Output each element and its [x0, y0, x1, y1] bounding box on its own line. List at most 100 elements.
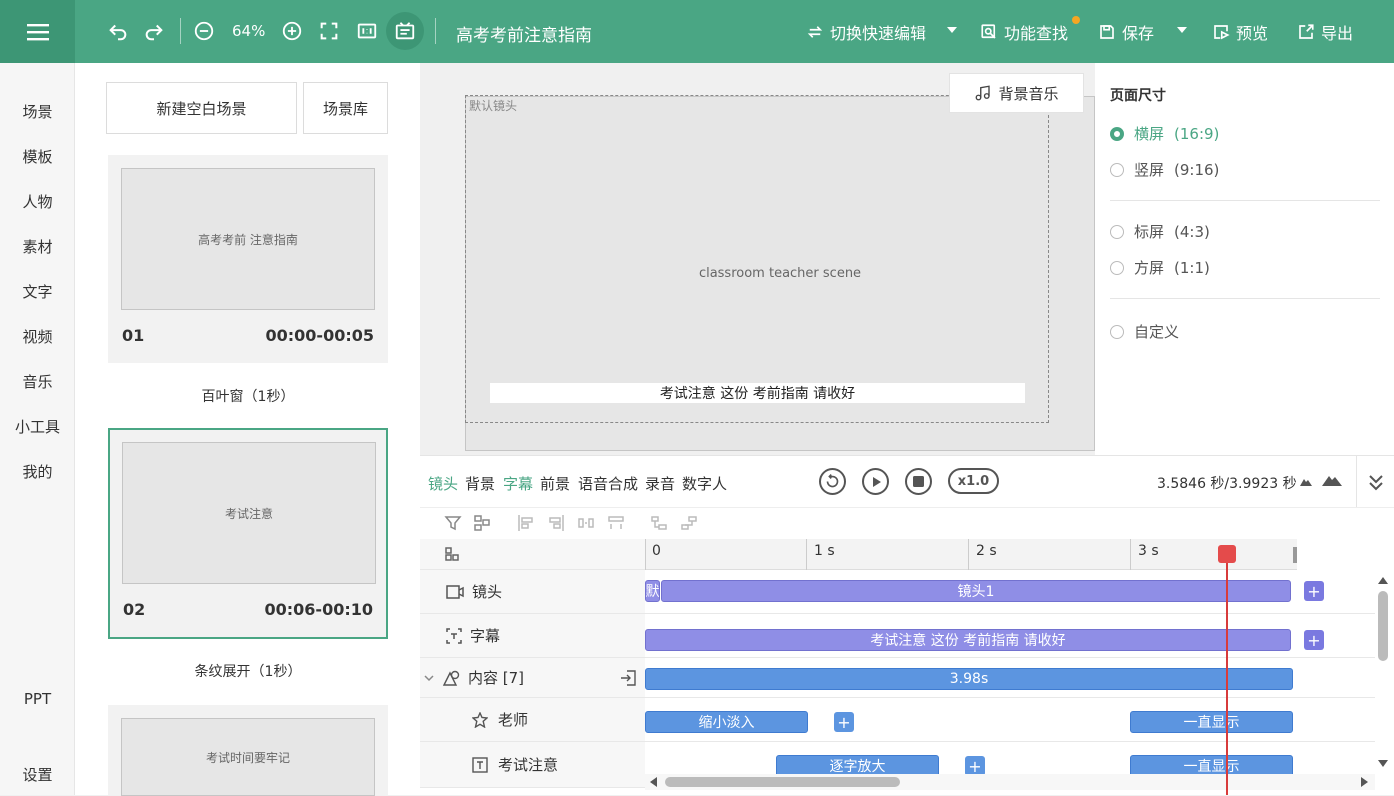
nav-item-mine[interactable]: 我的	[0, 461, 75, 482]
distribute-h-icon[interactable]	[577, 514, 595, 532]
nav-item-music[interactable]: 音乐	[0, 371, 75, 392]
star-effect-icon	[472, 711, 488, 728]
save-button[interactable]: 保存	[1098, 20, 1154, 44]
scene-card[interactable]: 考试时间要牢记	[108, 705, 388, 796]
nav-item-video[interactable]: 视频	[0, 326, 75, 347]
teacher-stay-block[interactable]: 一直显示	[1130, 711, 1293, 733]
content-block[interactable]: 3.98s	[645, 668, 1293, 690]
nav-item-template[interactable]: 模板	[0, 146, 75, 167]
chevron-down-icon[interactable]	[1177, 27, 1187, 33]
track-subtitle[interactable]: 字幕	[420, 614, 645, 658]
subtitle-block[interactable]: 考试注意 这份 考前指南 请收好	[645, 629, 1291, 651]
play-button[interactable]	[862, 468, 889, 495]
layer-icon[interactable]	[473, 514, 491, 532]
zoom-in-button[interactable]	[278, 17, 306, 45]
zoom-in-mountain-icon[interactable]	[1322, 473, 1342, 486]
collapse-timeline-button[interactable]	[1356, 456, 1394, 508]
switch-quick-edit-button[interactable]: 切换快速编辑	[806, 20, 926, 44]
radio-square[interactable]: 方屏 (1:1)	[1110, 257, 1210, 278]
notification-dot	[1072, 16, 1080, 24]
tab-foreground[interactable]: 前景	[540, 473, 570, 494]
arrow-up-icon[interactable]	[1378, 577, 1388, 585]
menu-button[interactable]	[0, 0, 75, 63]
tab-tts[interactable]: 语音合成	[578, 473, 638, 494]
zoom-out-button[interactable]	[190, 17, 218, 45]
caption-icon	[395, 22, 415, 40]
ruler-tick: 2 s	[976, 543, 997, 559]
undo-button[interactable]	[104, 17, 132, 45]
playback-speed-button[interactable]: x1.0	[948, 468, 999, 494]
step-up-icon[interactable]	[650, 514, 668, 532]
grid-icon[interactable]	[444, 546, 460, 562]
tab-camera[interactable]: 镜头	[428, 473, 458, 494]
nav-item-assets[interactable]: 素材	[0, 236, 75, 257]
tab-background[interactable]: 背景	[465, 473, 495, 494]
scene-library-button[interactable]: 场景库	[303, 82, 388, 134]
fullscreen-button[interactable]	[315, 17, 343, 45]
add-animation-button[interactable]: +	[965, 756, 985, 776]
page-size-panel: 页面尺寸 横屏 (16:9) 竖屏 (9:16) 标屏 (4:3) 方屏 (1:…	[1095, 63, 1394, 455]
arrow-right-icon[interactable]	[1360, 777, 1368, 787]
track-camera[interactable]: 镜头	[420, 570, 645, 614]
nav-item-text[interactable]: 文字	[0, 281, 75, 302]
scene-thumbnail: 高考考前 注意指南	[121, 168, 375, 310]
arrow-left-icon[interactable]	[650, 777, 658, 787]
zoom-out-mountain-icon[interactable]	[1300, 476, 1312, 486]
timeline-hscrollbar[interactable]	[665, 777, 900, 787]
actual-size-button[interactable]	[353, 17, 381, 45]
nav-item-scene[interactable]: 场景	[0, 101, 75, 122]
chevron-down-icon[interactable]	[947, 27, 957, 33]
align-right-icon[interactable]	[547, 514, 565, 532]
scene-time: 00:06-00:10	[264, 600, 374, 619]
camera-block[interactable]: 镜头1	[661, 580, 1291, 602]
nav-item-character[interactable]: 人物	[0, 191, 75, 212]
tab-recording[interactable]: 录音	[645, 473, 675, 494]
playhead-handle[interactable]	[1218, 545, 1236, 563]
subtitle-toggle-button[interactable]	[386, 12, 424, 50]
radio-label: 方屏	[1134, 259, 1165, 277]
nav-item-ppt[interactable]: PPT	[0, 690, 75, 708]
nav-item-tools[interactable]: 小工具	[0, 416, 75, 437]
add-subtitle-button[interactable]: +	[1304, 630, 1324, 650]
ruler-tick: 0	[652, 543, 661, 559]
canvas-subtitle[interactable]: 考试注意 这份 考前指南 请收好	[490, 383, 1025, 403]
teacher-enter-block[interactable]: 缩小淡入	[645, 711, 808, 733]
timeline-vscrollbar[interactable]	[1378, 591, 1388, 661]
chevron-down-icon[interactable]	[424, 674, 434, 682]
radio-landscape[interactable]: 横屏 (16:9)	[1110, 123, 1219, 144]
document-title[interactable]: 高考考前注意指南	[456, 21, 592, 46]
radio-portrait[interactable]: 竖屏 (9:16)	[1110, 159, 1219, 180]
add-camera-button[interactable]: +	[1304, 581, 1324, 601]
track-content[interactable]: 内容 [7]	[420, 658, 645, 698]
import-icon[interactable]	[620, 669, 636, 686]
camera-frame[interactable]	[465, 95, 1049, 423]
background-music-button[interactable]: 背景音乐	[949, 73, 1084, 113]
time-ruler[interactable]: 0 1 s 2 s 3 s	[645, 539, 1394, 570]
step-down-icon[interactable]	[680, 514, 698, 532]
tab-digital-human[interactable]: 数字人	[682, 473, 727, 494]
scene-transition[interactable]: 条纹展开（1秒）	[108, 661, 388, 681]
export-button[interactable]: 导出	[1297, 20, 1353, 44]
distribute-v-icon[interactable]	[607, 514, 625, 532]
tab-subtitle[interactable]: 字幕	[503, 473, 533, 494]
add-animation-button[interactable]: +	[834, 712, 854, 732]
filter-icon[interactable]	[444, 514, 462, 532]
replay-button[interactable]	[819, 468, 846, 495]
new-blank-scene-button[interactable]: 新建空白场景	[106, 82, 297, 134]
scene-card-active[interactable]: 考试注意 02 00:06-00:10	[108, 428, 388, 639]
stop-button[interactable]	[905, 468, 932, 495]
nav-item-settings[interactable]: 设置	[0, 764, 75, 785]
align-left-icon[interactable]	[517, 514, 535, 532]
scene-transition[interactable]: 百叶窗（1秒）	[108, 386, 388, 406]
track-exam-note[interactable]: 考试注意	[420, 742, 645, 788]
default-camera-block[interactable]: 默	[645, 580, 660, 602]
redo-button[interactable]	[140, 17, 168, 45]
arrow-down-icon[interactable]	[1378, 759, 1388, 767]
timeline-tools	[420, 507, 1394, 539]
feature-search-button[interactable]: 功能查找	[980, 20, 1068, 44]
preview-button[interactable]: 预览	[1212, 20, 1268, 44]
radio-custom[interactable]: 自定义	[1110, 321, 1179, 342]
track-teacher[interactable]: 老师	[420, 698, 645, 742]
radio-standard[interactable]: 标屏 (4:3)	[1110, 221, 1210, 242]
scene-card[interactable]: 高考考前 注意指南 01 00:00-00:05	[108, 155, 388, 363]
